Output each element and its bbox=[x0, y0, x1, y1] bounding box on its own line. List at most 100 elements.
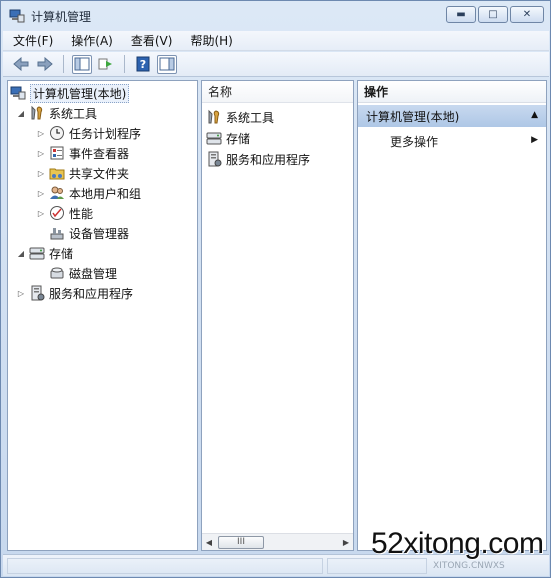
tree-label: 任务计划程序 bbox=[69, 126, 142, 141]
maximize-button[interactable]: □ bbox=[478, 6, 508, 23]
services-icon bbox=[206, 151, 222, 167]
console-tree-pane: 计算机管理(本地) ◢ 系统工具 ▷ 任务计划程序 ▷ 事件查看器 ▷ 共享文件… bbox=[7, 80, 198, 551]
disk-management-icon bbox=[49, 265, 65, 281]
list-item-label: 服务和应用程序 bbox=[226, 152, 311, 167]
tree-item-system-tools[interactable]: ◢ 系统工具 bbox=[16, 103, 97, 123]
menu-file[interactable]: 文件(F) bbox=[13, 32, 53, 49]
watermark-subtext: XITONG.CNWXS bbox=[433, 561, 505, 571]
collapse-icon[interactable]: ◢ bbox=[16, 109, 26, 118]
expand-icon[interactable]: ▷ bbox=[36, 129, 46, 138]
toolbar-separator bbox=[63, 55, 64, 73]
scroll-thumb[interactable]: III bbox=[218, 535, 264, 549]
toolbar: ? bbox=[3, 52, 549, 77]
tree-label: 性能 bbox=[69, 206, 94, 221]
expand-icon[interactable]: ▷ bbox=[36, 189, 46, 198]
tools-icon bbox=[206, 109, 222, 125]
svg-text:?: ? bbox=[140, 58, 146, 71]
minimize-button[interactable]: ▬ bbox=[446, 6, 476, 23]
list-item[interactable]: 服务和应用程序 bbox=[206, 149, 310, 169]
tree-item-performance[interactable]: ▷ 性能 bbox=[36, 203, 93, 223]
storage-icon bbox=[29, 245, 45, 261]
scroll-left-icon[interactable]: ◀ bbox=[202, 538, 216, 547]
watermark: 52xitong.com bbox=[371, 527, 544, 560]
menu-action[interactable]: 操作(A) bbox=[71, 32, 113, 49]
computer-management-icon bbox=[9, 9, 25, 23]
performance-icon bbox=[49, 205, 65, 221]
menu-view[interactable]: 查看(V) bbox=[131, 32, 173, 49]
tree-item-task-scheduler[interactable]: ▷ 任务计划程序 bbox=[36, 123, 141, 143]
back-button[interactable] bbox=[11, 55, 31, 74]
status-cell bbox=[7, 558, 323, 574]
window-title: 计算机管理 bbox=[31, 10, 92, 24]
menu-bar: 文件(F) 操作(A) 查看(V) 帮助(H) bbox=[3, 31, 549, 51]
list-item[interactable]: 存储 bbox=[206, 128, 250, 148]
list-item-label: 系统工具 bbox=[226, 110, 275, 125]
export-list-icon bbox=[98, 58, 112, 70]
close-button[interactable]: ✕ bbox=[510, 6, 544, 23]
minimize-icon: ▬ bbox=[456, 9, 466, 20]
show-hide-console-tree-button[interactable] bbox=[72, 54, 92, 74]
close-icon: ✕ bbox=[522, 9, 532, 20]
shared-folder-icon bbox=[49, 165, 65, 181]
tools-icon bbox=[29, 105, 45, 121]
forward-button[interactable] bbox=[35, 55, 55, 74]
tree-item-local-users[interactable]: ▷ 本地用户和组 bbox=[36, 183, 141, 203]
users-icon bbox=[49, 185, 65, 201]
expand-icon[interactable]: ▷ bbox=[36, 209, 46, 218]
show-hide-console-tree-icon bbox=[74, 57, 90, 71]
column-header-label: 名称 bbox=[208, 85, 233, 99]
tree-item-device-manager[interactable]: 设备管理器 bbox=[49, 223, 129, 243]
toolbar-separator bbox=[124, 55, 125, 73]
tree-label: 存储 bbox=[49, 246, 74, 261]
title-bar: 计算机管理 ▬ □ ✕ bbox=[1, 1, 550, 31]
column-header-name[interactable]: 名称 bbox=[202, 81, 353, 103]
list-item-label: 存储 bbox=[226, 131, 251, 146]
tree-label: 事件查看器 bbox=[69, 146, 130, 161]
menu-help[interactable]: 帮助(H) bbox=[190, 32, 232, 49]
tree-label: 设备管理器 bbox=[69, 226, 130, 241]
show-hide-action-pane-icon bbox=[159, 57, 175, 71]
tree-label: 系统工具 bbox=[49, 106, 98, 121]
actions-pane: 操作 计算机管理(本地) ▲ 更多操作 ▶ bbox=[357, 80, 547, 551]
tree-label: 计算机管理(本地) bbox=[30, 83, 130, 103]
scroll-right-icon[interactable]: ▶ bbox=[339, 538, 353, 547]
export-list-button[interactable] bbox=[96, 55, 116, 74]
tree-item-disk-management[interactable]: 磁盘管理 bbox=[49, 263, 117, 283]
help-button[interactable]: ? bbox=[133, 55, 153, 74]
expand-icon[interactable]: ▷ bbox=[36, 149, 46, 158]
show-hide-action-pane-button[interactable] bbox=[157, 54, 177, 74]
tree-label: 本地用户和组 bbox=[69, 186, 142, 201]
forward-arrow-icon bbox=[37, 57, 53, 71]
result-list-pane: 名称 系统工具 存储 服务和应用程序 ◀ III ▶ bbox=[201, 80, 354, 551]
tree-item-root[interactable]: 计算机管理(本地) bbox=[10, 83, 130, 103]
storage-icon bbox=[206, 130, 222, 146]
more-actions-label: 更多操作 bbox=[390, 134, 439, 149]
more-actions-item[interactable]: 更多操作 ▶ bbox=[358, 131, 546, 151]
list-item[interactable]: 系统工具 bbox=[206, 107, 274, 127]
computer-management-icon bbox=[10, 85, 26, 101]
maximize-icon: □ bbox=[488, 9, 498, 20]
tree-item-services-apps[interactable]: ▷ 服务和应用程序 bbox=[16, 283, 133, 303]
actions-header-label: 操作 bbox=[364, 85, 389, 99]
tree-label: 共享文件夹 bbox=[69, 166, 130, 181]
clock-icon bbox=[49, 125, 65, 141]
submenu-arrow-icon: ▶ bbox=[531, 135, 538, 145]
back-arrow-icon bbox=[13, 57, 29, 71]
tree-item-shared-folders[interactable]: ▷ 共享文件夹 bbox=[36, 163, 129, 183]
computer-management-window: 计算机管理 ▬ □ ✕ 文件(F) 操作(A) 查看(V) 帮助(H) ? 计算… bbox=[0, 0, 551, 578]
tree-label: 服务和应用程序 bbox=[49, 286, 134, 301]
event-viewer-icon bbox=[49, 145, 65, 161]
collapse-up-icon[interactable]: ▲ bbox=[531, 110, 538, 120]
help-icon: ? bbox=[136, 56, 150, 72]
tree-item-storage[interactable]: ◢ 存储 bbox=[16, 243, 73, 263]
device-manager-icon bbox=[49, 225, 65, 241]
horizontal-scrollbar[interactable]: ◀ III ▶ bbox=[202, 533, 353, 550]
tree-item-event-viewer[interactable]: ▷ 事件查看器 bbox=[36, 143, 129, 163]
actions-header: 操作 bbox=[358, 81, 546, 103]
tree-label: 磁盘管理 bbox=[69, 266, 118, 281]
services-icon bbox=[29, 285, 45, 301]
actions-group-header[interactable]: 计算机管理(本地) ▲ bbox=[358, 105, 546, 127]
collapse-icon[interactable]: ◢ bbox=[16, 249, 26, 258]
expand-icon[interactable]: ▷ bbox=[36, 169, 46, 178]
expand-icon[interactable]: ▷ bbox=[16, 289, 26, 298]
